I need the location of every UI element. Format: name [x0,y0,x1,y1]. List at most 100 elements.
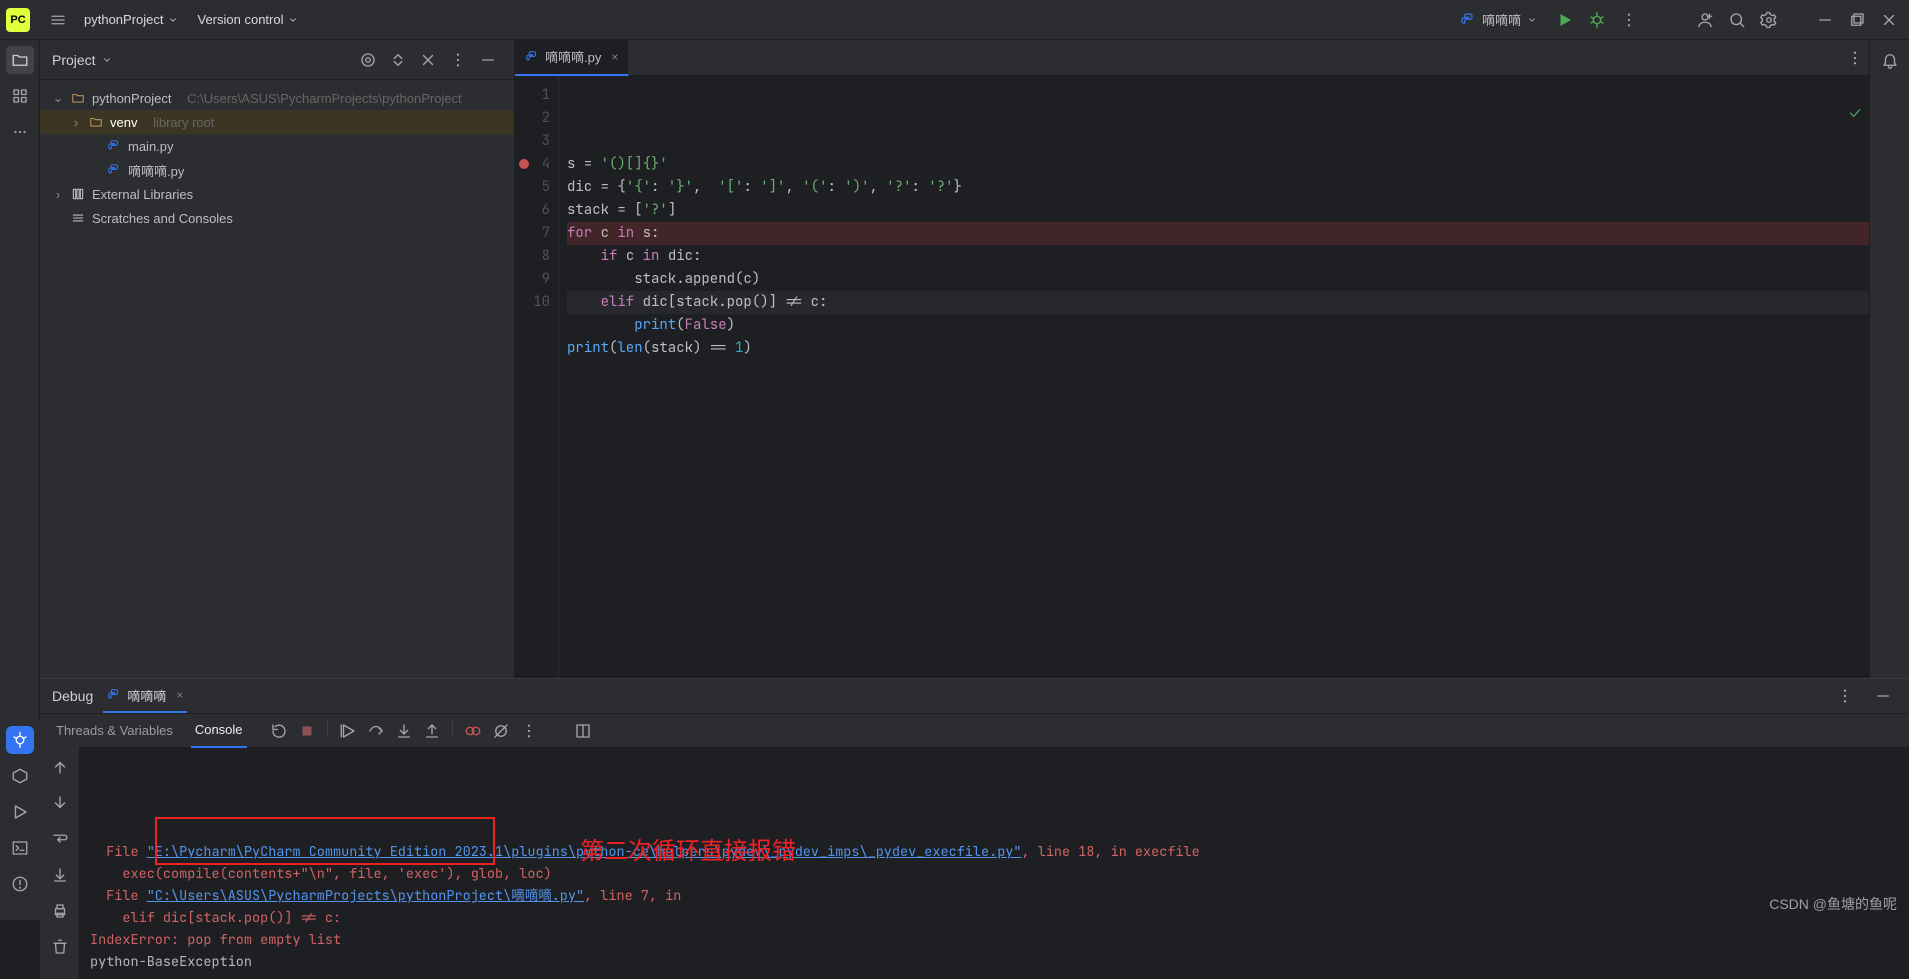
tree-row[interactable]: ⌄pythonProject C:\Users\ASUS\PycharmProj… [40,86,514,110]
hide-panel-close-icon[interactable] [414,46,442,74]
main-menu-icon[interactable] [44,6,72,34]
project-tool-window-icon[interactable] [6,46,34,74]
code-with-me-icon[interactable] [1691,6,1719,34]
notifications-icon[interactable] [1876,46,1904,74]
code-line[interactable]: stack.append(c) [567,268,1869,291]
view-breakpoints-icon[interactable] [461,719,485,743]
code-line[interactable]: dic = {'{': '}', '[': ']', '(': ')', '?'… [567,176,1869,199]
more-debug-actions-icon[interactable] [517,719,541,743]
print-icon[interactable] [46,897,74,925]
folder-icon [70,90,86,106]
tree-item-label: External Libraries [92,187,193,202]
project-name-label: pythonProject [84,12,164,27]
tree-row[interactable]: ›venv library root [40,110,514,134]
line-number[interactable]: 1 [515,84,550,107]
stop-icon[interactable] [295,719,319,743]
run-tool-window-icon[interactable] [6,798,34,826]
debug-session-tab[interactable]: 嘀嘀嘀 × [103,679,187,713]
scroll-up-icon[interactable] [46,753,74,781]
debug-options-icon[interactable] [1831,682,1859,710]
soft-wrap-icon[interactable] [46,825,74,853]
chevron-down-icon[interactable] [102,55,112,65]
services-tool-window-icon[interactable] [6,762,34,790]
tree-arrow-icon[interactable]: ⌄ [52,90,64,106]
terminal-tool-window-icon[interactable] [6,834,34,862]
more-tool-windows-icon[interactable] [6,118,34,146]
code-line[interactable]: s = '()[]{}' [567,153,1869,176]
window-close-button[interactable] [1875,6,1903,34]
run-config-label: 嘀嘀嘀 [1482,10,1521,29]
tree-item-label: venv [110,115,137,130]
chevron-down-icon [288,15,298,25]
step-into-icon[interactable] [392,719,416,743]
more-actions-icon[interactable] [1615,6,1643,34]
scroll-down-icon[interactable] [46,789,74,817]
code-line[interactable]: stack = ['?'] [567,199,1869,222]
line-number[interactable]: 2 [515,107,550,130]
debug-button[interactable] [1583,6,1611,34]
panel-options-icon[interactable] [444,46,472,74]
tree-row[interactable]: Scratches and Consoles [40,206,514,230]
window-minimize-button[interactable] [1811,6,1839,34]
code-line[interactable]: print(False) [567,314,1869,337]
tree-row[interactable]: 嘀嘀嘀.py [40,158,514,182]
run-button[interactable] [1551,6,1579,34]
console-line: IndexError: pop from empty list [90,929,1899,951]
line-number[interactable]: 3 [515,130,550,153]
layout-settings-icon[interactable] [569,717,597,745]
python-file-icon [1460,12,1476,28]
inspection-ok-icon[interactable] [1729,82,1863,152]
clear-all-icon[interactable] [46,933,74,961]
problems-tool-window-icon[interactable] [6,870,34,898]
step-over-icon[interactable] [364,719,388,743]
collapse-panel-icon[interactable] [474,46,502,74]
close-debug-tab-icon[interactable]: × [176,688,183,702]
editor-options-icon[interactable] [1841,44,1869,72]
tree-row[interactable]: › External Libraries [40,182,514,206]
breakpoint-icon[interactable] [519,159,529,169]
debug-tool-window-icon[interactable] [6,726,34,754]
select-opened-file-icon[interactable] [354,46,382,74]
line-number[interactable]: 6 [515,199,550,222]
tree-arrow-icon[interactable]: › [52,187,64,202]
line-number[interactable]: 9 [515,268,550,291]
scratch-icon [70,210,86,226]
expand-collapse-icon[interactable] [384,46,412,74]
scroll-to-end-icon[interactable] [46,861,74,889]
tree-item-note: C:\Users\ASUS\PycharmProjects\pythonProj… [187,91,462,106]
threads-variables-tab[interactable]: Threads & Variables [52,714,177,748]
line-number[interactable]: 5 [515,176,550,199]
py-icon [106,138,122,154]
project-panel-title: Project [52,52,96,68]
vcs-dropdown[interactable]: Version control [190,12,306,27]
step-out-icon[interactable] [420,719,444,743]
code-line[interactable] [567,360,1869,383]
hide-debug-panel-icon[interactable] [1869,682,1897,710]
search-everywhere-icon[interactable] [1723,6,1751,34]
code-line[interactable]: elif dic[stack.pop()] != c: [567,291,1869,314]
code-line[interactable]: for c in s: [567,222,1869,245]
watermark-text: CSDN @鱼塘的鱼呢 [1769,894,1897,914]
code-line[interactable]: print(len(stack) == 1) [567,337,1869,360]
editor-tab[interactable]: 嘀嘀嘀.py × [515,40,629,76]
project-name-dropdown[interactable]: pythonProject [76,12,186,27]
line-number[interactable]: 10 [515,291,550,314]
structure-tool-window-icon[interactable] [6,82,34,110]
console-link[interactable]: "C:\Users\ASUS\PycharmProjects\pythonPro… [147,887,584,905]
line-number[interactable]: 7 [515,222,550,245]
code-line[interactable]: if c in dic: [567,245,1869,268]
console-tab[interactable]: Console [191,714,247,748]
rerun-icon[interactable] [267,719,291,743]
console-line: File "E:\Pycharm\PyCharm Community Editi… [90,841,1899,863]
resume-icon[interactable] [336,719,360,743]
line-number[interactable]: 8 [515,245,550,268]
window-restore-button[interactable] [1843,6,1871,34]
close-tab-icon[interactable]: × [611,50,618,64]
python-file-icon [107,688,121,702]
mute-breakpoints-icon[interactable] [489,719,513,743]
tree-row[interactable]: main.py [40,134,514,158]
tree-arrow-icon[interactable]: › [70,115,82,130]
run-config-dropdown[interactable]: 嘀嘀嘀 [1450,10,1547,29]
debug-session-label: 嘀嘀嘀 [127,686,166,705]
settings-icon[interactable] [1755,6,1783,34]
